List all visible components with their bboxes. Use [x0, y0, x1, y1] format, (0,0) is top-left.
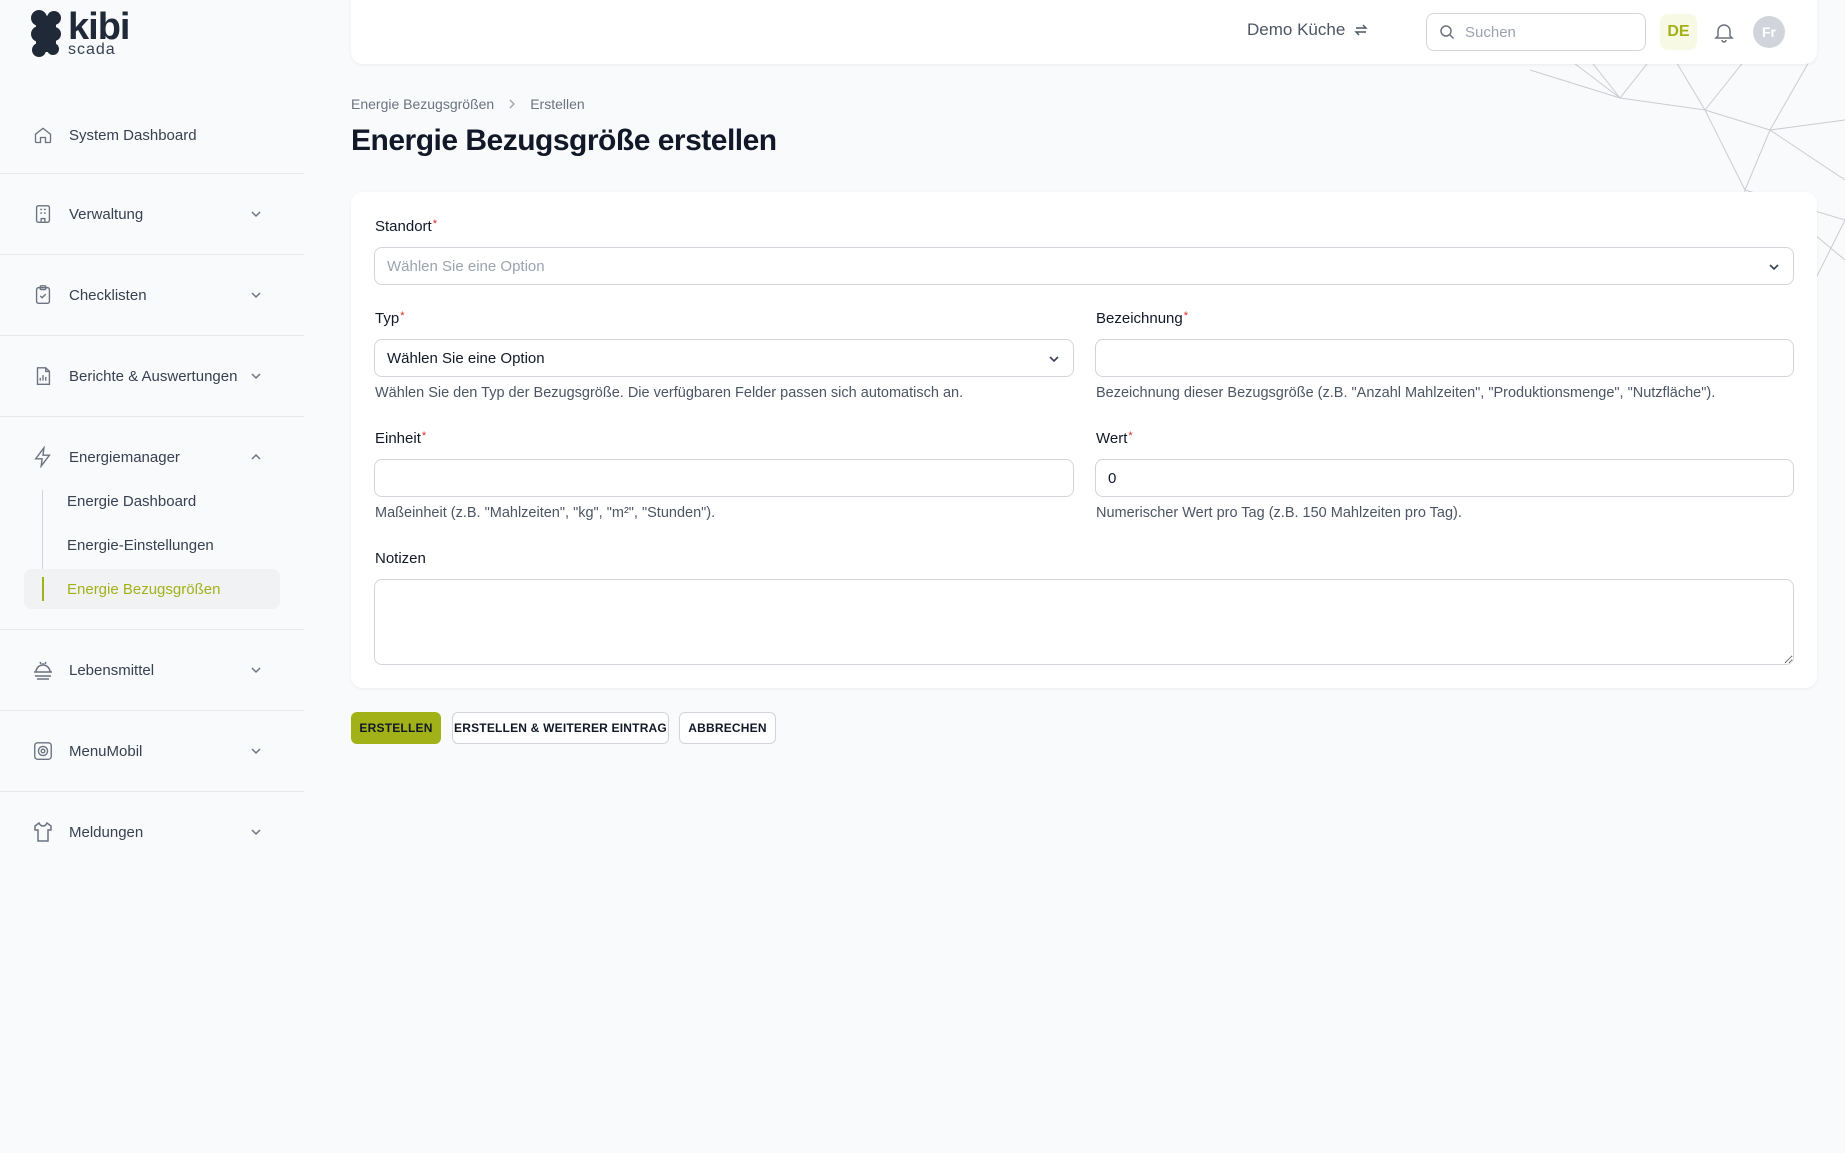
- divider: [0, 629, 304, 630]
- divider: [0, 416, 304, 417]
- breadcrumb-current: Erstellen: [530, 96, 585, 112]
- sidebar: kibi scada System Dashboard Verwaltung C…: [0, 0, 304, 1153]
- bezeichnung-field[interactable]: [1095, 339, 1794, 377]
- sidebar-item-energiemanager[interactable]: Energiemanager: [24, 437, 280, 477]
- cancel-button[interactable]: ABBRECHEN: [679, 712, 776, 744]
- page-title: Energie Bezugsgröße erstellen: [351, 124, 777, 157]
- bezeichnung-hint: Bezeichnung dieser Bezugsgröße (z.B. "An…: [1096, 385, 1716, 401]
- create-another-button[interactable]: ERSTELLEN & WEITERER EINTRAG: [452, 712, 669, 744]
- chevron-down-icon: [251, 292, 261, 299]
- sidebar-subitem-energie-dashboard[interactable]: Energie Dashboard: [24, 481, 280, 521]
- typ-hint: Wählen Sie den Typ der Bezugsgröße. Die …: [375, 385, 964, 401]
- bolt-icon: [31, 445, 55, 469]
- sidebar-item-label: Lebensmittel: [69, 661, 155, 679]
- wert-input[interactable]: [1108, 469, 1793, 487]
- notizen-label: Notizen: [375, 550, 426, 567]
- sidebar-item-label: Berichte & Auswertungen: [69, 367, 238, 385]
- chevron-up-icon: [251, 453, 261, 460]
- form-card: Standort* Wählen Sie eine Option Typ* Wä…: [351, 192, 1817, 688]
- chevron-down-icon: [251, 829, 261, 836]
- bell-icon[interactable]: [1712, 20, 1736, 44]
- sidebar-item-label: Energiemanager: [69, 448, 180, 466]
- sidebar-item-label: Meldungen: [69, 823, 144, 841]
- sidebar-item-label: Verwaltung: [69, 205, 144, 223]
- chevron-down-icon: [1049, 356, 1059, 363]
- clipboard-check-icon: [31, 283, 55, 307]
- wert-label: Wert*: [1096, 430, 1133, 447]
- notizen-textarea[interactable]: [374, 579, 1794, 665]
- chevron-right-icon: [509, 99, 516, 109]
- einheit-input[interactable]: [387, 469, 1073, 487]
- sidebar-item-label: System Dashboard: [69, 126, 197, 144]
- search-icon: [1440, 25, 1455, 40]
- chevron-down-icon: [251, 373, 261, 380]
- report-chart-icon: [31, 364, 55, 388]
- plate-icon: [31, 739, 55, 763]
- shirt-icon: [31, 820, 55, 844]
- typ-select[interactable]: Wählen Sie eine Option: [374, 339, 1074, 377]
- sidebar-item-system-dashboard[interactable]: System Dashboard: [24, 115, 280, 155]
- sidebar-item-berichte[interactable]: Berichte & Auswertungen: [24, 356, 280, 396]
- einheit-field[interactable]: [374, 459, 1074, 497]
- bezeichnung-input[interactable]: [1108, 349, 1793, 367]
- avatar[interactable]: Fr: [1753, 16, 1785, 48]
- sidebar-item-verwaltung[interactable]: Verwaltung: [24, 194, 280, 234]
- divider: [0, 173, 304, 174]
- tenant-name: Demo Küche: [1247, 20, 1346, 39]
- wert-field[interactable]: [1095, 459, 1794, 497]
- standort-label: Standort*: [375, 218, 437, 235]
- standort-select[interactable]: Wählen Sie eine Option: [374, 247, 1794, 285]
- einheit-hint: Maßeinheit (z.B. "Mahlzeiten", "kg", "m²…: [375, 505, 716, 521]
- chevron-down-icon: [1769, 264, 1779, 271]
- chevron-down-icon: [251, 748, 261, 755]
- kibi-logo-icon: [31, 10, 61, 57]
- sidebar-item-checklisten[interactable]: Checklisten: [24, 275, 280, 315]
- topbar: Demo Küche DE Fr: [351, 0, 1817, 64]
- create-button[interactable]: ERSTELLEN: [351, 712, 441, 744]
- breadcrumb: Energie Bezugsgrößen Erstellen: [351, 96, 585, 112]
- breadcrumb-link[interactable]: Energie Bezugsgrößen: [351, 96, 494, 112]
- divider: [0, 254, 304, 255]
- chevron-down-icon: [251, 211, 261, 218]
- chevron-down-icon: [251, 667, 261, 674]
- sidebar-subitem-energie-bezugsgroessen[interactable]: Energie Bezugsgrößen: [24, 569, 280, 609]
- wert-hint: Numerischer Wert pro Tag (z.B. 150 Mahlz…: [1096, 505, 1462, 521]
- food-icon: [31, 658, 55, 682]
- language-switcher[interactable]: DE: [1660, 14, 1697, 50]
- home-icon: [31, 123, 55, 147]
- tenant-switcher[interactable]: Demo Küche: [1247, 20, 1369, 40]
- sidebar-subitem-energie-einstellungen[interactable]: Energie-Einstellungen: [24, 525, 280, 565]
- sidebar-item-meldungen[interactable]: Meldungen: [24, 812, 280, 852]
- search-input[interactable]: [1465, 23, 1625, 41]
- sidebar-item-menumobil[interactable]: MenuMobil: [24, 731, 280, 771]
- divider: [0, 335, 304, 336]
- divider: [0, 791, 304, 792]
- sidebar-item-label: MenuMobil: [69, 742, 143, 760]
- logo[interactable]: kibi scada: [30, 8, 130, 58]
- search-box[interactable]: [1426, 13, 1646, 51]
- sidebar-item-lebensmittel[interactable]: Lebensmittel: [24, 650, 280, 690]
- building-icon: [31, 202, 55, 226]
- typ-label: Typ*: [375, 310, 405, 327]
- einheit-label: Einheit*: [375, 430, 427, 447]
- bezeichnung-label: Bezeichnung*: [1096, 310, 1189, 327]
- divider: [0, 710, 304, 711]
- sidebar-item-label: Checklisten: [69, 286, 147, 304]
- switch-arrows-icon: [1354, 24, 1368, 36]
